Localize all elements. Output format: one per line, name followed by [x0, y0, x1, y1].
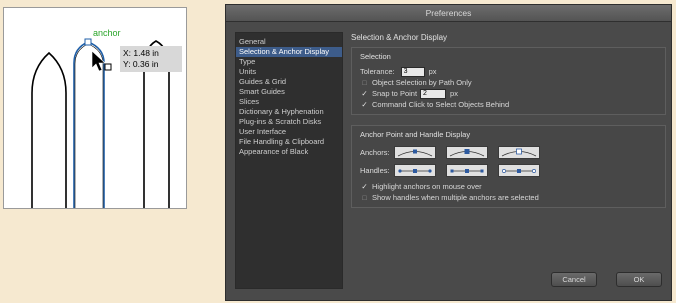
- preferences-dialog: Preferences General Selection & Anchor D…: [225, 4, 672, 301]
- coord-x: X: 1.48 in: [123, 48, 159, 58]
- category-item-dictionary[interactable]: Dictionary & Hyphenation: [236, 107, 342, 117]
- tolerance-input[interactable]: 3: [400, 66, 425, 77]
- anchor-style-1[interactable]: [394, 145, 436, 159]
- category-item-general[interactable]: General: [236, 37, 342, 47]
- page-title: Selection & Anchor Display: [351, 33, 448, 42]
- anchor-display-group: Anchor Point and Handle Display Anchors:…: [351, 125, 666, 208]
- anchor-group-title: Anchor Point and Handle Display: [360, 130, 471, 139]
- object-selection-label: Object Selection by Path Only: [372, 78, 472, 87]
- handle-style-1[interactable]: [394, 163, 436, 177]
- handle-style-3[interactable]: [498, 163, 540, 177]
- category-item-plugins[interactable]: Plug-ins & Scratch Disks: [236, 117, 342, 127]
- category-item-units[interactable]: Units: [236, 67, 342, 77]
- cursor-square-icon: [104, 63, 112, 71]
- category-list[interactable]: General Selection & Anchor Display Type …: [235, 32, 343, 289]
- coordinate-tooltip: X: 1.48 in Y: 0.36 in: [120, 46, 182, 72]
- category-item-user-interface[interactable]: User Interface: [236, 127, 342, 137]
- artboard-canvas[interactable]: anchor X: 1.48 in Y: 0.36 in: [3, 7, 187, 209]
- tolerance-label: Tolerance:: [360, 67, 395, 76]
- show-handles-label: Show handles when multiple anchors are s…: [372, 193, 539, 202]
- handles-row: Handles:: [360, 162, 657, 178]
- settings-panel: Selection & Anchor Display Selection Tol…: [351, 25, 666, 208]
- category-item-selection-anchor[interactable]: Selection & Anchor Display: [236, 47, 342, 57]
- show-handles-row: Show handles when multiple anchors are s…: [360, 192, 657, 203]
- snap-input[interactable]: 2: [420, 88, 447, 99]
- snap-unit: px: [450, 89, 458, 98]
- category-item-slices[interactable]: Slices: [236, 97, 342, 107]
- highlight-row: ✓ Highlight anchors on mouse over: [360, 181, 657, 192]
- show-handles-checkbox[interactable]: [360, 192, 369, 204]
- left-path-shape[interactable]: [31, 51, 67, 208]
- command-click-checkbox[interactable]: ✓: [360, 99, 369, 110]
- handles-label: Handles:: [360, 165, 390, 175]
- object-selection-row: Object Selection by Path Only: [360, 77, 657, 88]
- cancel-button[interactable]: Cancel: [551, 272, 597, 287]
- anchor-style-2[interactable]: [446, 145, 488, 159]
- tolerance-unit: px: [428, 67, 437, 76]
- category-item-appearance-black[interactable]: Appearance of Black: [236, 147, 342, 157]
- selection-group-title: Selection: [360, 52, 391, 61]
- snap-row: ✓ Snap to Point 2 px: [360, 88, 657, 99]
- anchor-point-marker[interactable]: [84, 38, 92, 46]
- coord-y: Y: 0.36 in: [123, 59, 159, 69]
- category-item-guides-grid[interactable]: Guides & Grid: [236, 77, 342, 87]
- object-selection-checkbox[interactable]: [360, 77, 369, 89]
- category-item-file-handling[interactable]: File Handling & Clipboard: [236, 137, 342, 147]
- selection-group: Selection Tolerance: 3 px Object Selecti…: [351, 47, 666, 115]
- snap-label: Snap to Point: [372, 89, 418, 98]
- highlight-label: Highlight anchors on mouse over: [372, 182, 482, 191]
- highlight-checkbox[interactable]: ✓: [360, 181, 369, 192]
- handle-style-2[interactable]: [446, 163, 488, 177]
- tolerance-row: Tolerance: 3 px: [360, 66, 657, 77]
- category-item-type[interactable]: Type: [236, 57, 342, 67]
- path-shapes: [31, 38, 170, 208]
- anchors-label: Anchors:: [360, 147, 390, 157]
- ok-button[interactable]: OK: [616, 272, 662, 287]
- command-click-row: ✓ Command Click to Select Objects Behind: [360, 99, 657, 110]
- anchor-hint-label: anchor: [93, 28, 121, 38]
- anchor-style-3[interactable]: [498, 145, 540, 159]
- dialog-titlebar[interactable]: Preferences: [226, 5, 671, 22]
- category-item-smart-guides[interactable]: Smart Guides: [236, 87, 342, 97]
- command-click-label: Command Click to Select Objects Behind: [372, 100, 510, 109]
- anchors-row: Anchors:: [360, 144, 657, 160]
- snap-checkbox[interactable]: ✓: [360, 88, 369, 99]
